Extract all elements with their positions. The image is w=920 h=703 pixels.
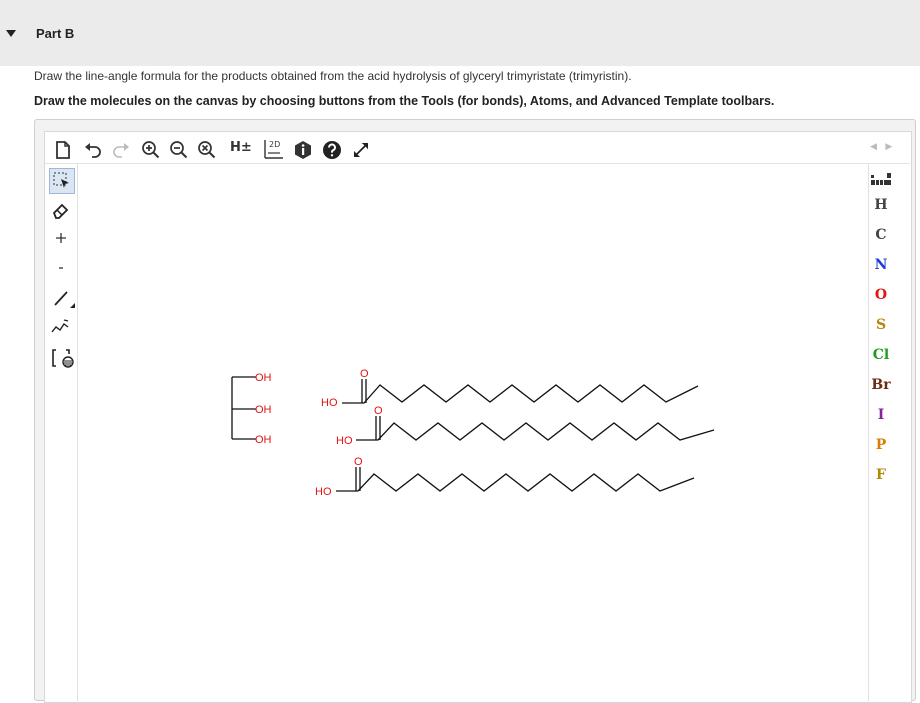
collapse-caret-icon[interactable] xyxy=(6,30,16,37)
redo-icon[interactable] xyxy=(110,139,132,161)
carbonyl-o-label: O xyxy=(354,456,363,468)
decrease-charge-icon[interactable] xyxy=(50,257,72,279)
clean-2d-label: 2D xyxy=(269,140,280,149)
info-icon[interactable] xyxy=(292,139,314,161)
atom-button-s[interactable]: S xyxy=(870,317,892,333)
glycerol-molecule xyxy=(231,376,256,440)
chain-tool-icon[interactable] xyxy=(50,315,72,337)
atom-button-i[interactable]: I xyxy=(870,407,892,423)
acid-ho-label: HO xyxy=(315,486,332,498)
myristic-acid-molecule xyxy=(356,416,715,441)
glycerol-oh-label: OH xyxy=(255,434,272,446)
acid-ho-label: HO xyxy=(336,435,353,447)
instruction-text: Draw the line-angle formula for the prod… xyxy=(34,69,632,83)
glycerol-oh-label: OH xyxy=(255,404,272,416)
atom-button-br[interactable]: Br xyxy=(870,377,892,393)
glycerol-oh-label: OH xyxy=(255,372,272,384)
atom-button-c[interactable]: C xyxy=(870,227,892,243)
zoom-in-icon[interactable] xyxy=(140,139,162,161)
zoom-out-icon[interactable] xyxy=(168,139,190,161)
undo-icon[interactable] xyxy=(82,139,104,161)
carbonyl-double-bond xyxy=(355,467,361,491)
carbonyl-double-bond xyxy=(361,379,367,403)
toolbar-scroll-arrows-icon[interactable]: ◀ ▶ xyxy=(870,141,895,152)
carbonyl-o-label: O xyxy=(360,368,369,380)
eraser-icon[interactable] xyxy=(50,199,72,221)
acid-ho-label: HO xyxy=(321,397,338,409)
instruction-bold-text: Draw the molecules on the canvas by choo… xyxy=(34,94,775,108)
atom-button-cl[interactable]: Cl xyxy=(870,347,892,363)
new-document-icon[interactable] xyxy=(52,139,74,161)
acid-chain xyxy=(336,473,695,492)
part-header xyxy=(0,0,920,66)
single-bond-tool-icon[interactable] xyxy=(50,287,76,309)
help-icon[interactable] xyxy=(321,139,343,161)
atom-button-o[interactable]: O xyxy=(870,287,892,303)
atoms-toolbar xyxy=(868,163,911,701)
fullscreen-icon[interactable] xyxy=(350,139,372,161)
select-tool-button[interactable] xyxy=(49,168,75,194)
carbonyl-o-label: O xyxy=(374,405,383,417)
atom-button-n[interactable]: N xyxy=(870,257,892,273)
atom-button-p[interactable]: P xyxy=(870,437,892,453)
acid-chain xyxy=(342,384,699,404)
atom-button-f[interactable]: F xyxy=(870,467,892,483)
acid-chain xyxy=(356,422,715,441)
zoom-reset-icon[interactable] xyxy=(196,139,218,161)
myristic-acid-molecule xyxy=(342,379,699,404)
myristic-acid-molecule xyxy=(336,467,695,492)
drawing-canvas[interactable]: OH OH OH HO O HO O HO O xyxy=(78,164,867,700)
atom-button-h[interactable]: H xyxy=(870,197,892,213)
increase-charge-icon[interactable] xyxy=(50,227,72,249)
periodic-table-icon[interactable] xyxy=(869,168,893,190)
clean-2d-button[interactable]: 2D xyxy=(260,138,286,160)
part-title[interactable]: Part B xyxy=(36,26,74,41)
carbonyl-double-bond xyxy=(375,416,381,440)
template-tool-icon[interactable] xyxy=(50,347,76,369)
toggle-hydrogens-button[interactable]: H± xyxy=(230,140,252,155)
